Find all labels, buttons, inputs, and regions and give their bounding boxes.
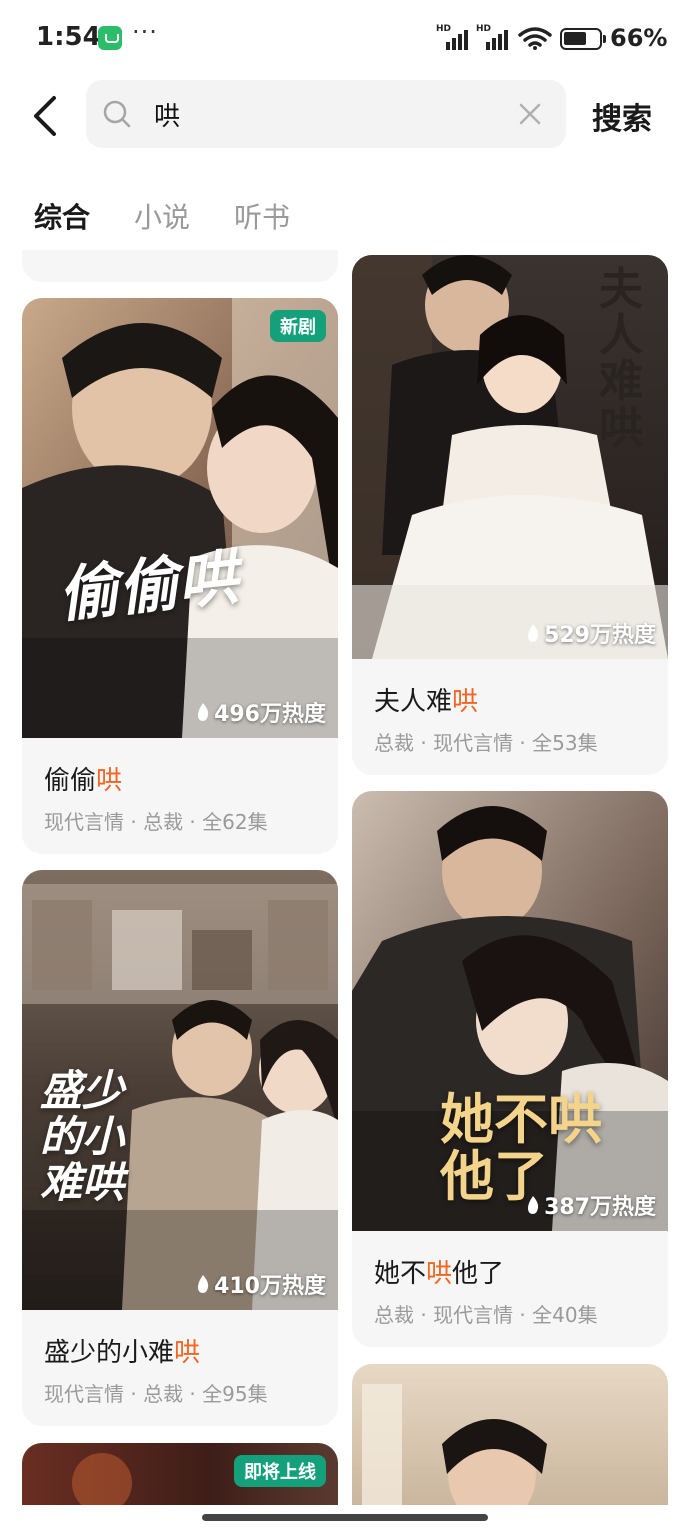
drama-title: 她不哄他了 <box>374 1259 505 1289</box>
drama-cover[interactable]: 盛少的小难哄 410万热度 <box>22 870 338 1310</box>
drama-title: 偷偷哄 <box>44 766 123 796</box>
cover-title: 盛少的小难哄 <box>40 1066 125 1208</box>
result-tabs: 综合 小说 听书 <box>34 196 290 236</box>
drama-card[interactable]: 夫人难哄 529万热度 夫人难哄 总裁 · 现代言情 · 全53集 <box>352 255 668 775</box>
more-notifications-icon: ··· <box>132 18 158 46</box>
drama-card[interactable] <box>352 1364 668 1505</box>
clear-icon[interactable] <box>516 100 544 128</box>
drama-tags: 现代言情 · 总裁 · 全62集 <box>44 810 268 834</box>
signal-icon: HD <box>476 24 512 50</box>
flame-icon <box>528 1196 539 1214</box>
search-box[interactable] <box>86 80 566 148</box>
search-input[interactable] <box>154 90 494 138</box>
drama-tags: 总裁 · 现代言情 · 全53集 <box>374 731 598 755</box>
battery-percent: 66% <box>610 24 668 52</box>
wifi-icon <box>518 27 552 50</box>
tab-novel[interactable]: 小说 <box>134 196 190 236</box>
drama-cover[interactable] <box>352 1364 668 1505</box>
drama-card[interactable]: 她不哄他了 387万热度 她不哄他了 总裁 · 现代言情 · 全40集 <box>352 791 668 1347</box>
drama-cover[interactable]: 她不哄他了 387万热度 <box>352 791 668 1231</box>
home-indicator[interactable] <box>202 1514 488 1521</box>
drama-tags: 总裁 · 现代言情 · 全40集 <box>374 1303 598 1327</box>
flame-icon <box>198 1275 209 1293</box>
status-bar: 1:54 ··· HD HD 66% <box>0 0 690 80</box>
heat-label: 496万热度 <box>196 696 326 728</box>
drama-card-partial[interactable] <box>22 250 338 282</box>
drama-card[interactable]: 偷偷哄 新剧 496万热度 偷偷哄 现代言情 · 总裁 · 全62集 <box>22 298 338 854</box>
battery-icon <box>560 28 606 50</box>
status-time: 1:54 <box>36 22 101 52</box>
app-notification-icon <box>98 26 122 50</box>
search-button[interactable]: 搜索 <box>592 94 652 138</box>
cover-title: 夫人难哄 <box>599 264 643 454</box>
tab-all[interactable]: 综合 <box>34 196 90 236</box>
cover-art <box>22 298 338 738</box>
signal-icon: HD <box>436 24 472 50</box>
drama-cover[interactable]: 夫人难哄 529万热度 <box>352 255 668 659</box>
heat-label: 529万热度 <box>526 617 656 649</box>
cover-art <box>352 1364 668 1505</box>
tab-audiobook[interactable]: 听书 <box>234 196 290 236</box>
flame-icon <box>528 624 539 642</box>
back-chevron-icon[interactable] <box>24 90 68 142</box>
heat-label: 387万热度 <box>526 1189 656 1221</box>
drama-title: 夫人难哄 <box>374 687 479 717</box>
drama-card[interactable]: 盛少的小难哄 410万热度 盛少的小难哄 现代言情 · 总裁 · 全95集 <box>22 870 338 1426</box>
cover-title: 她不哄他了 <box>440 1087 602 1208</box>
heat-label: 410万热度 <box>196 1268 326 1300</box>
search-icon <box>103 100 131 128</box>
coming-soon-badge: 即将上线 <box>234 1455 326 1487</box>
drama-cover[interactable]: 偷偷哄 新剧 496万热度 <box>22 298 338 738</box>
results-feed[interactable]: 偷偷哄 新剧 496万热度 偷偷哄 现代言情 · 总裁 · 全62集 夫人难哄 … <box>0 250 690 1505</box>
new-badge: 新剧 <box>270 310 326 342</box>
drama-title: 盛少的小难哄 <box>44 1338 201 1368</box>
drama-cover[interactable]: 即将上线 <box>22 1443 338 1505</box>
drama-card[interactable]: 即将上线 <box>22 1443 338 1505</box>
drama-tags: 现代言情 · 总裁 · 全95集 <box>44 1382 268 1406</box>
flame-icon <box>198 703 209 721</box>
